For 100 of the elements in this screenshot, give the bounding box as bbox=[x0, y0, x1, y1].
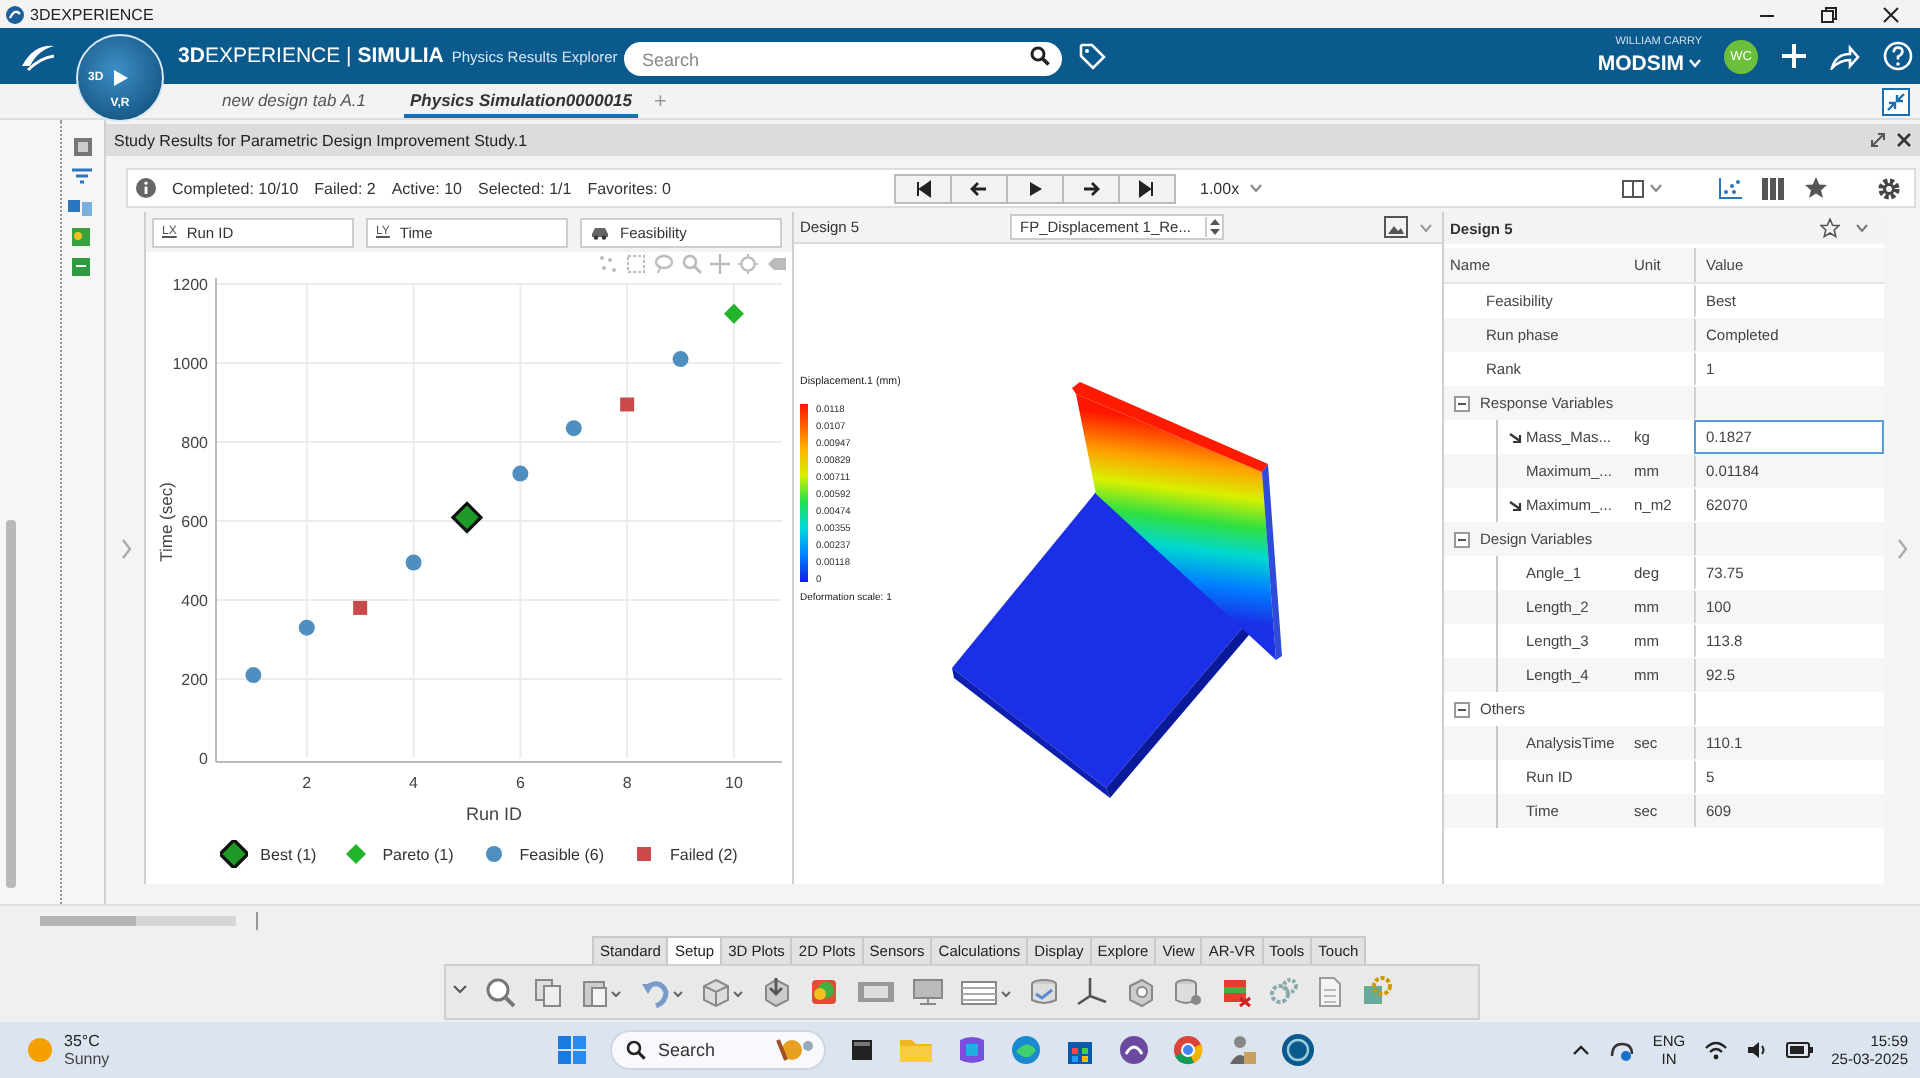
image-icon[interactable] bbox=[1384, 216, 1408, 238]
zoom-icon[interactable] bbox=[484, 976, 516, 1008]
import-icon[interactable] bbox=[760, 976, 792, 1008]
tree-node-icon[interactable] bbox=[66, 226, 94, 248]
browser-icon[interactable] bbox=[1010, 1034, 1042, 1066]
close-icon[interactable] bbox=[1882, 5, 1900, 23]
status-text: Completed: 10/10 bbox=[172, 179, 299, 197]
spinner-icon bbox=[1204, 216, 1222, 238]
weather-text: Sunny bbox=[64, 1050, 110, 1069]
tick-label: 400 bbox=[181, 592, 208, 610]
status-text: Selected: 1/1 bbox=[477, 179, 572, 197]
close-icon[interactable] bbox=[1896, 132, 1912, 148]
status-text: Failed: 2 bbox=[314, 179, 376, 197]
wifi-icon[interactable] bbox=[1703, 1040, 1728, 1060]
window-title: 3DEXPERIENCE bbox=[30, 5, 154, 23]
axis-title: Run ID bbox=[466, 804, 522, 824]
tenant-name[interactable]: MODSIM bbox=[1597, 53, 1684, 74]
last-button[interactable] bbox=[1118, 173, 1176, 203]
render-icon[interactable] bbox=[808, 976, 840, 1008]
tick-label: 8 bbox=[622, 774, 632, 792]
first-button[interactable] bbox=[894, 173, 952, 203]
brand-name: 3DEXPERIENCE | SIMULIA bbox=[178, 44, 444, 68]
app-icon[interactable] bbox=[1118, 1034, 1150, 1066]
tick-label: 10 bbox=[725, 774, 743, 792]
cube-icon[interactable] bbox=[700, 976, 744, 1008]
play-icon bbox=[110, 68, 130, 88]
tick-label: 6 bbox=[515, 774, 525, 792]
undo-icon[interactable] bbox=[640, 976, 684, 1008]
window-icon[interactable] bbox=[848, 1036, 876, 1064]
highlight-icon bbox=[772, 1036, 816, 1064]
car-icon bbox=[590, 224, 610, 240]
speaker-icon[interactable] bbox=[1745, 1040, 1768, 1060]
legend-label: Pareto (1) bbox=[382, 845, 454, 863]
monitor-icon[interactable] bbox=[912, 976, 944, 1008]
collapse-toggle-icon[interactable] bbox=[1454, 395, 1470, 411]
copilot-icon[interactable] bbox=[956, 1034, 988, 1066]
mesh-icon[interactable] bbox=[1220, 976, 1252, 1008]
database-icon[interactable] bbox=[1028, 976, 1060, 1008]
paste-icon[interactable] bbox=[580, 976, 624, 1008]
film-icon[interactable] bbox=[856, 976, 896, 1008]
tree-node-icon[interactable] bbox=[66, 256, 94, 278]
legend-label: Failed (2) bbox=[670, 845, 738, 863]
globe-icon[interactable] bbox=[1280, 1032, 1316, 1068]
caret-icon[interactable] bbox=[1650, 184, 1662, 192]
chrome-icon[interactable] bbox=[1172, 1034, 1204, 1066]
caret-icon bbox=[1249, 184, 1262, 192]
settings-icon[interactable] bbox=[1876, 175, 1902, 201]
part-icon[interactable] bbox=[1124, 976, 1156, 1008]
app-logo-icon bbox=[6, 5, 24, 23]
battery-icon[interactable] bbox=[1785, 1042, 1814, 1058]
search-icon[interactable] bbox=[1030, 46, 1050, 66]
person-icon[interactable] bbox=[1226, 1034, 1258, 1066]
panel-title: Study Results for Parametric Design Improvement Study.1 bbox=[114, 131, 528, 149]
columns-icon[interactable] bbox=[1762, 177, 1784, 199]
document-icon[interactable] bbox=[1316, 976, 1344, 1008]
next-button[interactable] bbox=[1062, 173, 1120, 203]
share-icon[interactable] bbox=[1830, 43, 1860, 69]
previous-icon bbox=[970, 179, 988, 197]
collapse-toggle-icon[interactable] bbox=[1454, 701, 1470, 717]
speed-dropdown[interactable]: 1.00x bbox=[1196, 175, 1266, 201]
tag-icon[interactable] bbox=[1078, 42, 1106, 70]
star-outline-icon[interactable] bbox=[1820, 218, 1840, 238]
tick-label: 0 bbox=[199, 750, 208, 768]
tick-label: 4 bbox=[409, 774, 418, 792]
logo-icon bbox=[18, 40, 58, 72]
table-icon[interactable] bbox=[960, 976, 1012, 1008]
axis-title: Time (sec) bbox=[156, 482, 176, 562]
restore-icon[interactable] bbox=[1820, 5, 1838, 23]
layout-icon[interactable] bbox=[1622, 179, 1644, 197]
star-icon[interactable] bbox=[1804, 176, 1828, 200]
status-text: Active: 10 bbox=[391, 179, 462, 197]
start-icon[interactable] bbox=[556, 1034, 588, 1066]
help-icon[interactable] bbox=[1882, 40, 1914, 72]
collapse-toggle-icon[interactable] bbox=[1454, 531, 1470, 547]
plus-icon[interactable] bbox=[1780, 42, 1808, 70]
status-text: Favorites: 0 bbox=[587, 179, 671, 197]
caret-icon[interactable] bbox=[1856, 224, 1868, 232]
temperature: 35°C bbox=[64, 1031, 102, 1050]
last-icon bbox=[1138, 179, 1156, 197]
search-field[interactable]: Search bbox=[624, 42, 1062, 76]
first-icon bbox=[914, 179, 932, 197]
tick-label: 200 bbox=[181, 671, 208, 689]
tick-label: 1200 bbox=[172, 276, 208, 294]
expand-icon[interactable] bbox=[1870, 132, 1886, 148]
tick-label: 1000 bbox=[172, 355, 208, 373]
axes-icon[interactable] bbox=[1076, 976, 1108, 1008]
network-icon[interactable] bbox=[1608, 1038, 1635, 1062]
copy-icon[interactable] bbox=[532, 976, 564, 1008]
play-icon bbox=[1026, 179, 1044, 197]
search-field[interactable]: Search bbox=[610, 1030, 826, 1070]
scatter-plot-icon[interactable] bbox=[1718, 177, 1742, 199]
previous-button[interactable] bbox=[950, 173, 1008, 203]
tick-label: 600 bbox=[181, 513, 208, 531]
tree-node-icon[interactable] bbox=[66, 196, 94, 218]
database-settings-icon[interactable] bbox=[1172, 976, 1204, 1008]
collapse-button[interactable] bbox=[1882, 87, 1910, 115]
tree-node-icon[interactable] bbox=[66, 166, 94, 188]
caret-up-icon[interactable] bbox=[1572, 1044, 1591, 1056]
play-button[interactable] bbox=[1006, 173, 1064, 203]
document-tab[interactable]: new design tab A.1 bbox=[216, 84, 372, 118]
